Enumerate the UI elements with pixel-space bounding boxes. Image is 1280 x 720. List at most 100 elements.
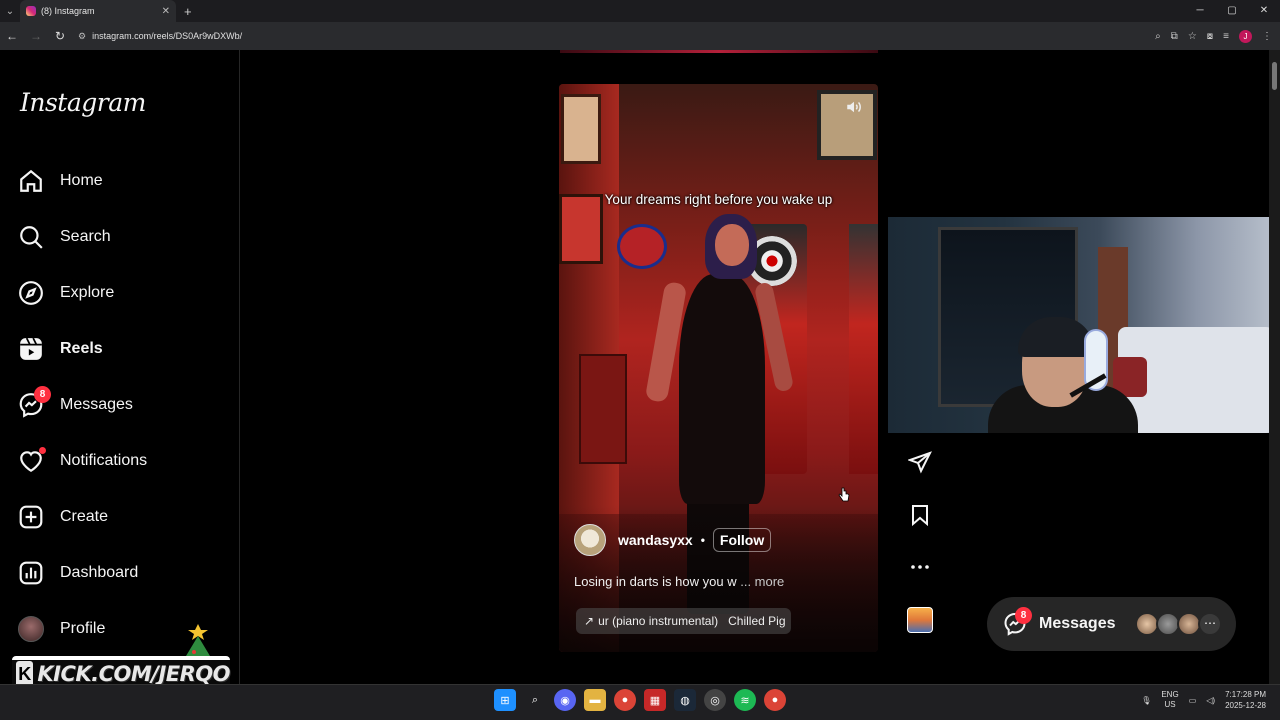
chrome-profile-icon[interactable]: ● <box>764 689 786 711</box>
audio-attribution[interactable]: ↗ ur (piano instrumental) Chilled Pig <box>576 608 791 634</box>
site-info-icon[interactable]: ⚙ <box>78 31 86 42</box>
follow-button[interactable]: Follow <box>712 528 772 552</box>
volume-icon[interactable] <box>845 98 863 116</box>
spotify-icon[interactable]: ≋ <box>734 689 756 711</box>
maximize-button[interactable]: ▢ <box>1216 0 1248 22</box>
chrome-icon[interactable]: ● <box>614 689 636 711</box>
taskbar-apps: ⊞ ⌕ ◉ ▬ ● ▦ ◍ ◎ ≋ ● <box>494 689 786 711</box>
messages-floating-button[interactable]: 8 Messages ⋯ <box>987 597 1236 651</box>
more-conversations-icon: ⋯ <box>1198 612 1222 636</box>
clock-time: 7:17:28 PM <box>1225 690 1266 699</box>
media-control-icon[interactable]: ≡ <box>1223 31 1229 42</box>
sidebar-item-label: Messages <box>60 396 133 413</box>
previous-reel-edge <box>560 50 878 53</box>
file-explorer-icon[interactable]: ▬ <box>584 689 606 711</box>
avatar[interactable] <box>574 524 606 556</box>
video-scene-person <box>715 224 749 266</box>
reels-icon <box>20 337 42 360</box>
more-options-button[interactable] <box>906 553 934 581</box>
avatar <box>18 616 44 642</box>
reel-video[interactable]: Your dreams right before you wake up wan… <box>559 84 878 652</box>
calendar-app-icon[interactable]: ▦ <box>644 689 666 711</box>
more-horizontal-icon <box>911 565 929 569</box>
window-controls: ─ ▢ ✕ <box>1184 0 1280 22</box>
windows-taskbar: ⊞ ⌕ ◉ ▬ ● ▦ ◍ ◎ ≋ ● 🎙 ENG US ▭ ◁) 7:17:2… <box>0 684 1280 720</box>
browser-toolbar: ← → ↻ ⚙ instagram.com/reels/DS0Ar9wDXWb/… <box>0 22 1280 50</box>
sidebar-item-explore[interactable]: Explore <box>18 276 114 310</box>
back-arrow-icon[interactable]: ← <box>0 29 24 43</box>
profile-avatar[interactable]: J <box>1239 29 1252 43</box>
sidebar-item-profile[interactable]: Profile <box>18 612 105 646</box>
forward-arrow-icon[interactable]: → <box>24 29 48 43</box>
sidebar-item-notifications[interactable]: Notifications <box>18 444 147 478</box>
steam-icon[interactable]: ◍ <box>674 689 696 711</box>
caption-more-link[interactable]: ... more <box>740 574 784 589</box>
clock-date: 2025-12-28 <box>1225 701 1266 710</box>
tab-search-chevron-icon[interactable]: ⌄ <box>0 0 20 22</box>
address-bar[interactable]: ⚙ instagram.com/reels/DS0Ar9wDXWb/ <box>78 26 1098 46</box>
audio-track-name: ur (piano instrumental) <box>598 614 719 628</box>
extensions-icon[interactable]: ⧇ <box>1207 31 1213 42</box>
browser-tabbar: ⌄ (8) Instagram ✕ + ─ ▢ ✕ <box>0 0 1280 22</box>
sidebar-item-search[interactable]: Search <box>18 220 111 254</box>
sidebar-item-label: Search <box>60 228 111 245</box>
audio-artist-name: Chilled Pig <box>728 614 786 628</box>
language-indicator[interactable]: ENG US <box>1161 690 1178 710</box>
sidebar-item-messages[interactable]: 8 Messages <box>18 386 133 422</box>
scrollbar-thumb[interactable] <box>1272 62 1277 90</box>
reel-username[interactable]: wandasyxx <box>618 532 693 548</box>
save-button[interactable] <box>906 501 934 529</box>
close-window-button[interactable]: ✕ <box>1248 0 1280 22</box>
notification-dot <box>39 447 46 454</box>
browser-tab-instagram[interactable]: (8) Instagram ✕ <box>20 0 176 22</box>
windows-start-icon[interactable]: ⊞ <box>494 689 516 711</box>
discord-icon[interactable]: ◉ <box>554 689 576 711</box>
video-scene-dart-machine <box>849 224 878 474</box>
hand-cursor-icon <box>838 487 850 502</box>
network-icon[interactable]: ▭ <box>1189 696 1197 705</box>
reel-caption-text: Losing in darts is how you w <box>574 574 737 589</box>
sidebar-item-reels[interactable]: Reels <box>18 332 103 366</box>
sidebar-item-label: Create <box>60 508 109 525</box>
share-button[interactable] <box>906 448 934 476</box>
home-icon <box>20 169 42 192</box>
install-app-icon[interactable]: ⧉ <box>1171 31 1178 42</box>
page-scrollbar[interactable] <box>1269 50 1280 684</box>
video-scene-frame <box>559 194 603 264</box>
microphone-icon[interactable]: 🎙 <box>1141 696 1151 705</box>
sidebar-item-home[interactable]: Home <box>18 164 103 198</box>
browser-menu-icon[interactable]: ⋮ <box>1262 31 1272 42</box>
sidebar-item-label: Dashboard <box>60 564 139 581</box>
speaker-icon[interactable]: ◁) <box>1206 696 1215 705</box>
video-scene-frame <box>561 94 601 164</box>
instagram-sidebar: Instagram Home Search Explore Reels 8 Me… <box>0 50 240 684</box>
instagram-logo[interactable]: Instagram <box>20 88 146 117</box>
reload-icon[interactable]: ↻ <box>48 29 72 43</box>
sidebar-item-dashboard[interactable]: Dashboard <box>18 556 138 590</box>
url-text: instagram.com/reels/DS0Ar9wDXWb/ <box>92 31 243 41</box>
video-scene-neon-sign <box>617 224 667 269</box>
obs-icon[interactable]: ◎ <box>704 689 726 711</box>
trend-arrow-icon: ↗ <box>584 614 595 628</box>
system-clock[interactable]: 7:17:28 PM 2025-12-28 <box>1225 689 1266 711</box>
message-avatars: ⋯ <box>1135 612 1222 636</box>
sidebar-item-label: Notifications <box>60 452 148 469</box>
bookmark-star-icon[interactable]: ☆ <box>1188 31 1197 42</box>
plus-square-icon <box>19 505 43 529</box>
taskbar-search-icon[interactable]: ⌕ <box>524 689 546 711</box>
dashboard-icon <box>19 561 43 585</box>
compass-icon <box>19 281 43 305</box>
zoom-icon[interactable]: ⌕ <box>1155 31 1161 42</box>
tab-close-icon[interactable]: ✕ <box>162 6 170 17</box>
messages-badge: 8 <box>1015 607 1032 624</box>
audio-thumbnail[interactable] <box>907 607 933 633</box>
browser-toolbar-actions: ⌕ ⧉ ☆ ⧇ ≡ J ⋮ <box>1155 22 1272 50</box>
minimize-button[interactable]: ─ <box>1184 0 1216 22</box>
reel-owner: wandasyxx • Follow <box>574 524 772 556</box>
streamer-webcam <box>888 217 1274 433</box>
instagram-favicon-icon <box>26 6 36 16</box>
sidebar-item-label: Profile <box>60 620 106 637</box>
new-tab-button[interactable]: + <box>184 4 192 19</box>
sidebar-item-create[interactable]: Create <box>18 500 108 534</box>
sidebar-item-label: Home <box>60 172 103 189</box>
